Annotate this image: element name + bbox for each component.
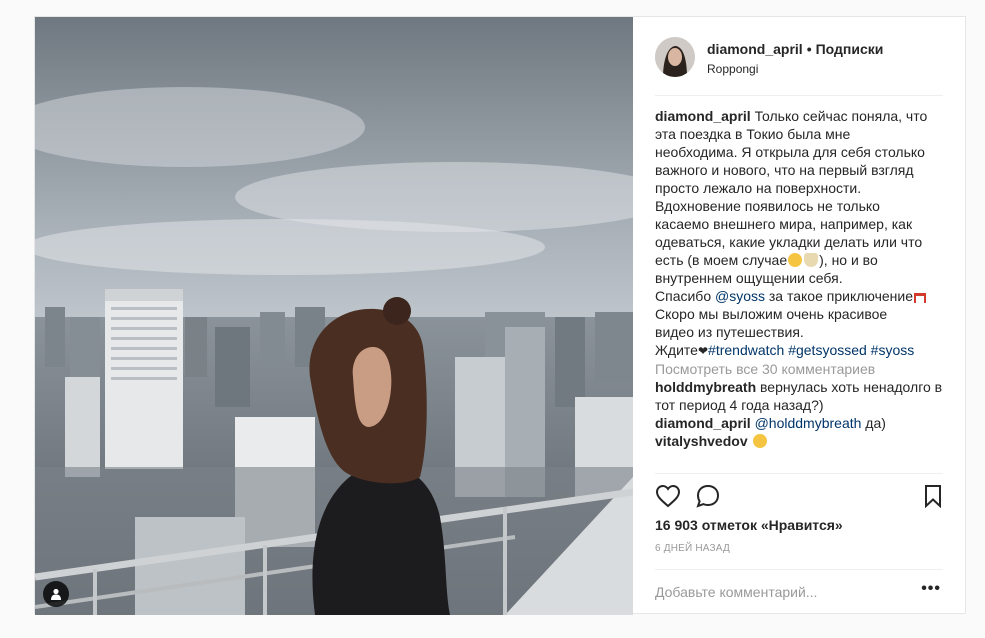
caption-text: Скоро мы выложим очень красивое bbox=[655, 306, 888, 322]
caption-text: ), но и во bbox=[819, 252, 878, 268]
caption-text: видео из путешествия. bbox=[655, 324, 804, 340]
mention-syoss-link[interactable]: @syoss bbox=[715, 288, 765, 304]
comments-section: diamond_april Только сейчас поняла, что … bbox=[655, 107, 947, 473]
caption-text: Ждите bbox=[655, 342, 698, 358]
comment-input[interactable] bbox=[655, 584, 905, 600]
follow-button[interactable]: Подписки bbox=[816, 41, 884, 57]
caption-text: за такое приключение bbox=[768, 288, 914, 304]
likes-count[interactable]: 16 903 отметок «Нравится» bbox=[655, 517, 843, 533]
separator-dot: • bbox=[806, 41, 812, 57]
post-header: diamond_april • Подписки Roppongi bbox=[655, 35, 943, 96]
heart-icon[interactable] bbox=[655, 484, 681, 508]
caption-text: касаемо внешнего мира, например, как bbox=[655, 216, 913, 232]
heart-eyes-cat-emoji-icon bbox=[752, 434, 767, 448]
header-username[interactable]: diamond_april bbox=[707, 41, 803, 57]
caption-text: эта поездка в Токио была мне bbox=[655, 126, 851, 142]
more-options-button[interactable]: ••• bbox=[921, 580, 941, 598]
avatar[interactable] bbox=[655, 37, 695, 77]
caption-text: внутреннем ощущении себя. bbox=[655, 270, 843, 286]
caption-text: просто лежало на поверхности. bbox=[655, 180, 862, 196]
bookmark-icon[interactable] bbox=[923, 484, 943, 508]
add-comment-area: ••• bbox=[655, 569, 943, 612]
post-timestamp[interactable]: 6 дней назад bbox=[655, 543, 730, 554]
caption-text: одеваться, какие укладки делать или что bbox=[655, 234, 923, 250]
comment-item: vitalyshvedov bbox=[655, 432, 947, 450]
avatar-image bbox=[655, 37, 695, 77]
torii-gate-emoji-icon bbox=[914, 293, 927, 303]
location-link[interactable]: Roppongi bbox=[707, 62, 758, 76]
photo-image bbox=[35, 17, 633, 615]
comment-username[interactable]: holddmybreath bbox=[655, 379, 756, 395]
comment-icon[interactable] bbox=[695, 484, 721, 508]
post-card: diamond_april • Подписки Roppongi diamond_… bbox=[34, 16, 966, 615]
caption-text: Спасибо bbox=[655, 288, 712, 304]
caption-text: Только сейчас поняла, что bbox=[754, 108, 928, 124]
view-all-comments-link[interactable]: Посмотреть все 30 комментариев bbox=[655, 360, 947, 378]
caption-text: Вдохновение появилось не только bbox=[655, 198, 880, 214]
user-tag-icon bbox=[51, 588, 61, 600]
comment-username[interactable]: vitalyshvedov bbox=[655, 433, 748, 449]
hashtags-link[interactable]: #trendwatch #getsyossed #syoss bbox=[708, 342, 914, 358]
user-tag-button[interactable] bbox=[43, 581, 69, 607]
caption-text: есть (в моем случае bbox=[655, 252, 788, 268]
action-bar bbox=[655, 473, 943, 510]
bowl-emoji-icon bbox=[804, 253, 819, 267]
header-user-line: diamond_april • Подписки bbox=[707, 41, 883, 57]
caption-text: необходима. Я открыла для себя столько bbox=[655, 144, 925, 160]
comment-mention-link[interactable]: @holddmybreath bbox=[755, 415, 862, 431]
caption: diamond_april Только сейчас поняла, что … bbox=[655, 107, 947, 360]
heart-emoji-icon: ❤ bbox=[697, 344, 709, 358]
caption-username[interactable]: diamond_april bbox=[655, 108, 751, 124]
comment-item: diamond_april @holddmybreath да) bbox=[655, 414, 947, 432]
comment-item: holddmybreath вернулась хоть ненадолго в… bbox=[655, 378, 947, 414]
sleepy-face-emoji-icon bbox=[788, 253, 803, 267]
comment-text: да) bbox=[865, 415, 886, 431]
comment-username[interactable]: diamond_april bbox=[655, 415, 751, 431]
post-side-panel: diamond_april • Подписки Roppongi diamond_… bbox=[633, 17, 965, 613]
caption-text: важного и нового, что на первый взгляд bbox=[655, 162, 914, 178]
post-photo[interactable] bbox=[35, 17, 633, 615]
